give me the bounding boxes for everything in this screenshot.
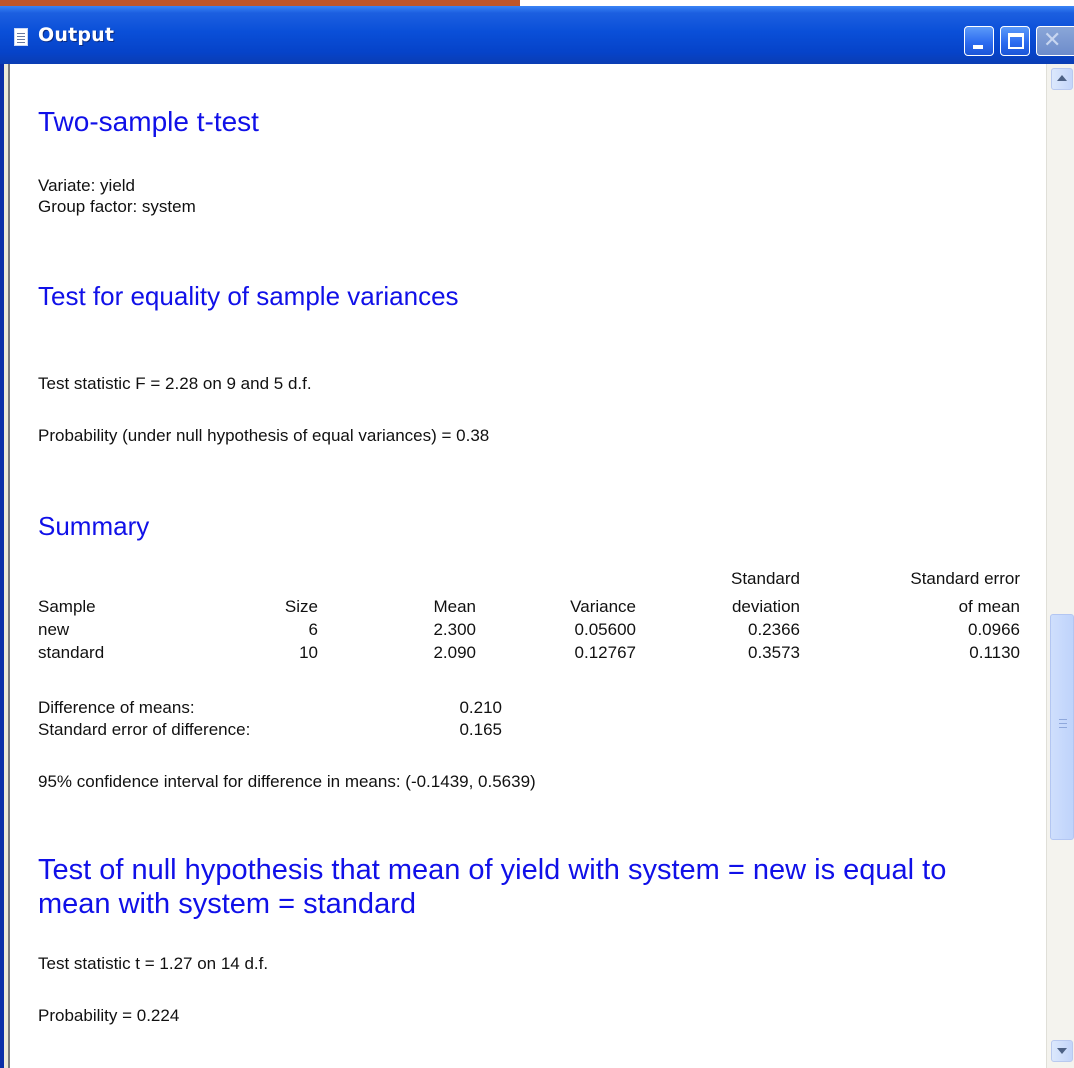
- maximize-icon: [1008, 33, 1024, 49]
- scroll-down-button[interactable]: [1051, 1040, 1073, 1062]
- vertical-scrollbar[interactable]: [1046, 64, 1074, 1068]
- row-sample: standard: [38, 643, 105, 662]
- window-title: Output: [38, 24, 115, 46]
- f-statistic-text: Test statistic F = 2.28 on 9 and 5 d.f.: [38, 374, 312, 393]
- heading-null-hypothesis-line2: mean with system = standard: [38, 888, 416, 920]
- header-standard-deviation-top: Standard: [731, 569, 800, 588]
- heading-two-sample-t-test: Two-sample t-test: [38, 106, 259, 137]
- t-statistic-text: Test statistic t = 1.27 on 14 d.f.: [38, 954, 269, 973]
- row-sample: new: [38, 620, 70, 639]
- row-variance: 0.05600: [574, 620, 636, 639]
- heading-test-equality-variances: Test for equality of sample variances: [38, 281, 459, 311]
- t-probability-text: Probability = 0.224: [38, 1006, 180, 1025]
- title-bar[interactable]: Output ✕: [0, 6, 1074, 64]
- header-standard-error-top: Standard error: [910, 569, 1020, 588]
- chevron-down-icon: [1057, 1048, 1067, 1054]
- grip-line: [1059, 719, 1067, 720]
- scroll-up-button[interactable]: [1051, 68, 1073, 90]
- row-std-deviation: 0.2366: [748, 620, 800, 639]
- chevron-up-icon: [1057, 75, 1067, 81]
- group-factor-text: Group factor: system: [38, 197, 196, 216]
- header-variance: Variance: [570, 597, 636, 616]
- confidence-interval-text: 95% confidence interval for difference i…: [38, 772, 536, 791]
- minimize-icon: [973, 45, 983, 49]
- heading-null-hypothesis-line1: Test of null hypothesis that mean of yie…: [38, 854, 947, 886]
- row-std-error: 0.1130: [969, 643, 1020, 662]
- row-mean: 2.090: [433, 643, 476, 662]
- standard-error-difference-label: Standard error of difference:: [38, 720, 251, 739]
- difference-of-means-value: 0.210: [459, 698, 502, 717]
- close-button[interactable]: ✕: [1036, 26, 1074, 56]
- grip-line: [1059, 723, 1067, 724]
- output-window: Output ✕ Two-sample t-test Variate: yiel…: [0, 6, 1074, 1068]
- maximize-button[interactable]: [1000, 26, 1030, 56]
- grip-line: [1059, 727, 1067, 728]
- header-of-mean: of mean: [958, 597, 1020, 616]
- minimize-button[interactable]: [964, 26, 994, 56]
- document-icon: [14, 28, 28, 46]
- close-icon: ✕: [1043, 28, 1062, 53]
- difference-of-means-label: Difference of means:: [38, 698, 195, 717]
- row-mean: 2.300: [433, 620, 476, 639]
- header-sample: Sample: [38, 597, 96, 616]
- scroll-thumb[interactable]: [1050, 614, 1074, 840]
- row-std-deviation: 0.3573: [748, 643, 800, 662]
- row-size: 6: [308, 620, 318, 639]
- heading-summary: Summary: [38, 511, 150, 541]
- row-variance: 0.12767: [574, 643, 636, 662]
- f-probability-text: Probability (under null hypothesis of eq…: [38, 426, 490, 445]
- header-deviation: deviation: [731, 597, 800, 616]
- standard-error-difference-value: 0.165: [459, 720, 502, 739]
- header-size: Size: [284, 597, 318, 616]
- variate-text: Variate: yield: [38, 176, 136, 195]
- row-std-error: 0.0966: [968, 620, 1020, 639]
- output-content[interactable]: Two-sample t-test Variate: yield Group f…: [10, 64, 1046, 1068]
- header-mean: Mean: [433, 597, 476, 616]
- row-size: 10: [299, 643, 318, 662]
